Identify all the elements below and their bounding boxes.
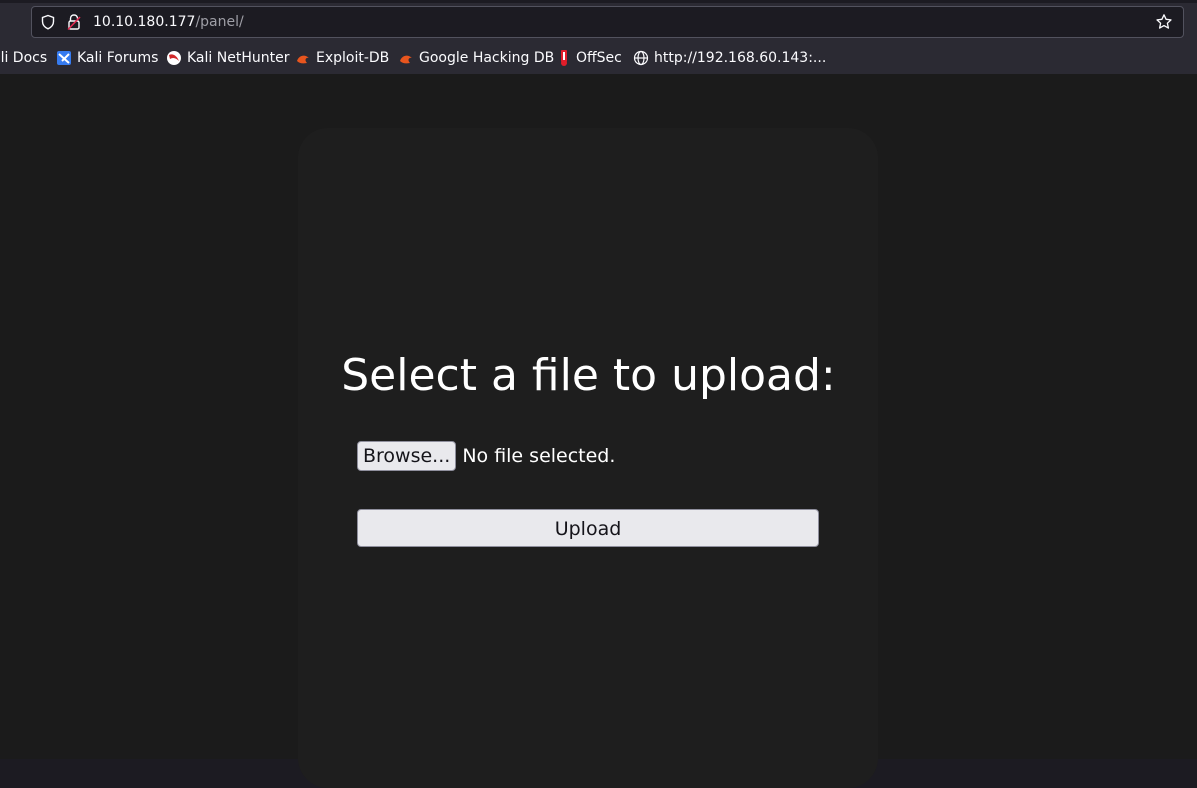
browse-button[interactable]: Browse... — [357, 441, 457, 471]
url-path: /panel/ — [195, 14, 244, 30]
page-viewport: Select a file to upload: Browse... No fi… — [0, 74, 1197, 788]
page-title: Select a file to upload: — [341, 350, 836, 401]
bookmark-label: ali Docs — [0, 50, 48, 66]
bookmark-label: Google Hacking DB — [419, 50, 555, 66]
bookmark-kali-docs[interactable]: ali Docs — [0, 48, 47, 68]
upload-button[interactable]: Upload — [357, 509, 819, 547]
kali-nethunter-icon — [167, 51, 181, 65]
bookmark-star-icon[interactable] — [1155, 13, 1173, 31]
exploit-db-icon — [297, 55, 309, 64]
bookmark-label: http://192.168.60.143:... — [654, 50, 827, 66]
ghdb-icon — [400, 55, 412, 64]
bookmark-label: Kali Forums — [77, 50, 159, 66]
bookmark-offsec[interactable]: OffSec — [557, 48, 622, 68]
file-status: No file selected. — [462, 445, 616, 467]
browser-chrome: 10.10.180.177/panel/ ali Docs Kali Forum… — [0, 0, 1197, 74]
bookmarks-toolbar: ali Docs Kali Forums Kali NetHunter Expl… — [0, 44, 1197, 72]
bookmark-label: Exploit-DB — [316, 50, 390, 66]
bookmark-kali-nethunter[interactable]: Kali NetHunter — [166, 48, 289, 68]
bookmark-label: Kali NetHunter — [187, 50, 290, 66]
url-host: 10.10.180.177 — [93, 14, 196, 30]
kali-forums-icon — [57, 51, 71, 65]
insecure-lock-icon[interactable] — [66, 13, 82, 31]
bookmark-google-hacking-db[interactable]: Google Hacking DB — [398, 48, 554, 68]
file-input[interactable]: Browse... No file selected. — [357, 441, 615, 471]
chrome-top-edge — [0, 0, 1197, 3]
shield-icon[interactable] — [40, 14, 56, 30]
bookmark-label: OffSec — [576, 50, 622, 66]
bookmark-exploit-db[interactable]: Exploit-DB — [295, 48, 389, 68]
url-text[interactable]: 10.10.180.177/panel/ — [93, 13, 244, 31]
address-bar[interactable]: 10.10.180.177/panel/ — [31, 6, 1184, 38]
offsec-icon — [561, 50, 567, 66]
bookmark-kali-forums[interactable]: Kali Forums — [56, 48, 158, 68]
globe-icon — [633, 50, 649, 66]
bookmark-local-url[interactable]: http://192.168.60.143:... — [633, 48, 826, 68]
